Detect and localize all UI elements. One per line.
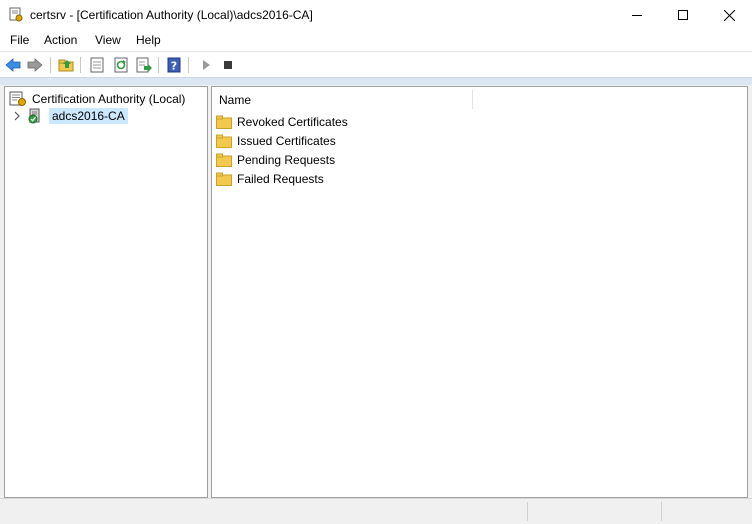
menu-file[interactable]: File bbox=[8, 33, 31, 47]
status-bar-segment bbox=[527, 502, 661, 521]
folder-icon bbox=[216, 153, 232, 167]
toolbar-separator bbox=[80, 57, 81, 73]
list-item-issued-certificates[interactable]: Issued Certificates bbox=[216, 132, 336, 150]
refresh-button[interactable] bbox=[112, 56, 130, 74]
forward-arrow-icon bbox=[27, 58, 43, 72]
folder-icon bbox=[216, 134, 232, 148]
tree-node-adcs2016-ca[interactable]: adcs2016-CA bbox=[27, 107, 131, 125]
status-bar bbox=[0, 498, 752, 524]
help-icon: ? bbox=[167, 57, 181, 73]
tree-root-node[interactable]: Certification Authority (Local) bbox=[9, 90, 185, 108]
refresh-icon bbox=[114, 57, 128, 73]
status-bar-segment bbox=[661, 502, 752, 521]
maximize-button[interactable] bbox=[660, 0, 706, 30]
certification-authority-icon bbox=[9, 91, 26, 106]
start-service-icon bbox=[203, 60, 210, 70]
forward-button[interactable] bbox=[26, 56, 44, 74]
tree-node-label: adcs2016-CA bbox=[49, 108, 128, 124]
certsrv-app-icon bbox=[8, 7, 24, 23]
export-list-icon bbox=[136, 57, 152, 73]
close-button[interactable] bbox=[706, 0, 752, 30]
column-name-header[interactable]: Name bbox=[219, 93, 251, 107]
window-title: certsrv - [Certification Authority (Loca… bbox=[30, 8, 313, 22]
properties-icon bbox=[90, 57, 104, 73]
svg-text:?: ? bbox=[171, 60, 177, 73]
menu-view[interactable]: View bbox=[93, 33, 123, 47]
folder-icon bbox=[216, 115, 232, 129]
toolbar-separator bbox=[158, 57, 159, 73]
chevron-right-icon[interactable] bbox=[12, 111, 22, 121]
start-service-button[interactable] bbox=[197, 56, 215, 74]
menu-action[interactable]: Action bbox=[42, 33, 79, 47]
tree-root-label: Certification Authority (Local) bbox=[32, 92, 186, 106]
title-bar: certsrv - [Certification Authority (Loca… bbox=[0, 0, 752, 30]
maximize-icon bbox=[678, 10, 688, 20]
console-tree-pane[interactable]: Certification Authority (Local) adcs2016… bbox=[4, 86, 208, 498]
list-item-label: Pending Requests bbox=[237, 153, 336, 167]
column-divider[interactable] bbox=[472, 90, 473, 109]
menu-bar: File Action View Help bbox=[0, 30, 752, 52]
list-item-label: Issued Certificates bbox=[237, 134, 336, 148]
help-button[interactable]: ? bbox=[165, 56, 183, 74]
back-button[interactable] bbox=[4, 56, 22, 74]
back-arrow-icon bbox=[5, 58, 21, 72]
up-one-level-button[interactable] bbox=[57, 56, 75, 74]
stop-service-icon bbox=[224, 61, 232, 69]
minimize-icon bbox=[632, 15, 642, 16]
toolbar-separator bbox=[50, 57, 51, 73]
stop-service-button[interactable] bbox=[219, 56, 237, 74]
up-folder-icon bbox=[58, 59, 74, 72]
export-list-button[interactable] bbox=[135, 56, 153, 74]
list-item-revoked-certificates[interactable]: Revoked Certificates bbox=[216, 113, 348, 131]
list-column-header[interactable]: Name bbox=[212, 87, 747, 111]
toolbar: ? bbox=[0, 53, 752, 77]
ca-server-icon bbox=[28, 108, 40, 124]
close-icon bbox=[723, 9, 735, 21]
toolbar-separator bbox=[188, 57, 189, 73]
list-item-failed-requests[interactable]: Failed Requests bbox=[216, 170, 324, 188]
toolbar-divider-strip bbox=[0, 77, 752, 85]
minimize-button[interactable] bbox=[614, 0, 660, 30]
results-pane[interactable]: Name Revoked Certificates Issued Certifi… bbox=[211, 86, 748, 498]
list-item-pending-requests[interactable]: Pending Requests bbox=[216, 151, 335, 169]
list-item-label: Failed Requests bbox=[237, 172, 324, 186]
folder-icon bbox=[216, 172, 232, 186]
properties-button[interactable] bbox=[88, 56, 106, 74]
menu-help[interactable]: Help bbox=[134, 33, 163, 47]
list-item-label: Revoked Certificates bbox=[237, 115, 348, 129]
